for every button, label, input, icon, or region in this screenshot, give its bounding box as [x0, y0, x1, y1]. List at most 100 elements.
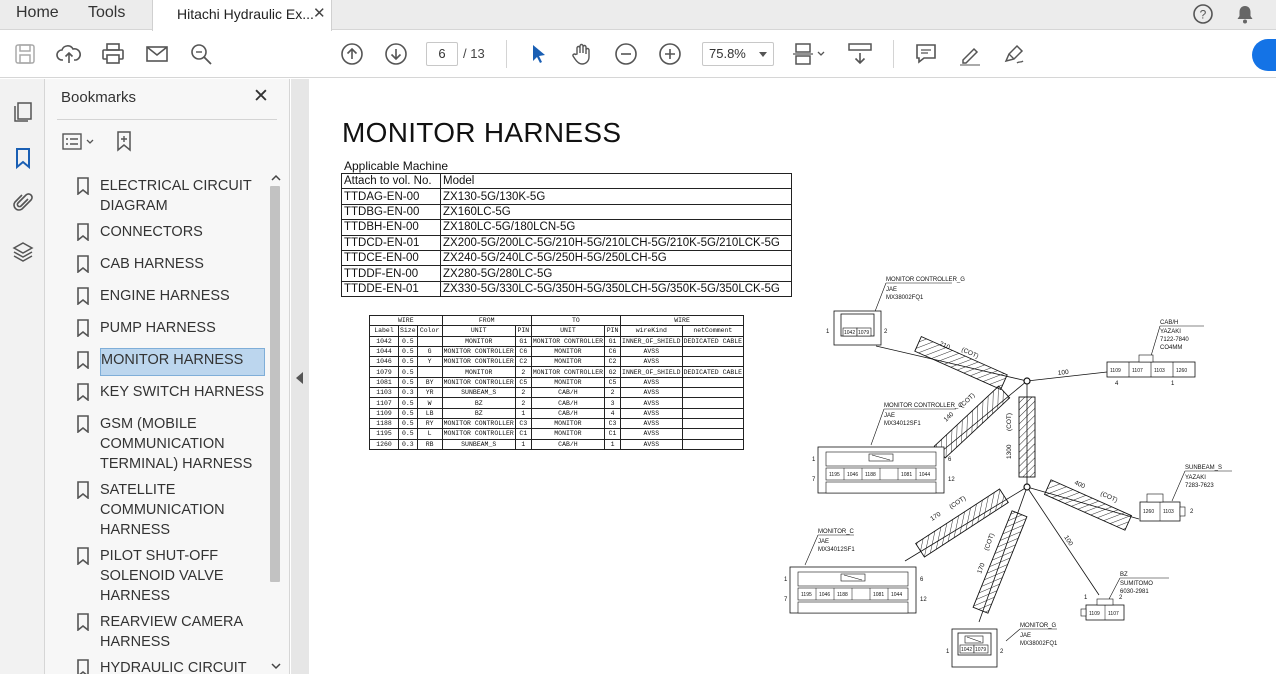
table-cell: INNER_OF_SHIELD [620, 366, 683, 378]
bookmark-pump-harness[interactable]: PUMP HARNESS [100, 318, 265, 338]
table-cell: MONITOR [530, 356, 606, 368]
table-row: 1042 0.5 MONITOR G1 MONITOR CONTROLLER G1 INNE… [369, 335, 745, 347]
bookmark-options-icon[interactable] [61, 131, 97, 153]
pin-number: 6 [920, 577, 924, 583]
pin-number: 12 [948, 477, 955, 483]
table-cell: DEDICATED CABLE [681, 335, 745, 347]
tab-home[interactable]: Home [16, 0, 59, 30]
bookmarks-icon[interactable] [11, 146, 35, 170]
page-title: MONITOR HARNESS [342, 117, 622, 148]
connector-monitor-g: MONITOR_G JAE MX38002FQ1 1042 1079 1 2 [946, 623, 1058, 668]
bookmark-connectors[interactable]: CONNECTORS [100, 222, 265, 242]
table-cell: C1 [514, 428, 532, 440]
pin-label: 1195 [829, 472, 840, 478]
connector-maker: YAZAKI [1160, 329, 1181, 335]
tab-document[interactable]: Hitachi Hydraulic Ex... [152, 0, 332, 31]
table-cell: C1 [604, 428, 622, 440]
next-page-icon[interactable] [383, 41, 409, 67]
bookmark-engine-harness[interactable]: ENGINE HARNESS [100, 286, 265, 306]
table-cell: 0.5 [398, 407, 418, 419]
table-cell: AVSS [620, 376, 683, 389]
connector-name: BZ [1120, 572, 1128, 578]
bookmark-satellite-communication-harness[interactable]: SATELLITE COMMUNICATION HARNESS [100, 480, 265, 540]
sign-pen-icon[interactable] [1001, 41, 1027, 67]
upload-cloud-icon[interactable] [56, 41, 82, 67]
zoom-in-icon[interactable] [657, 41, 683, 67]
connector-note: CO4MM [1160, 345, 1182, 351]
page-number-input[interactable]: 6 [426, 42, 458, 66]
scroll-down-icon[interactable] [270, 662, 282, 670]
zoom-level-select[interactable]: 75.8% [702, 42, 774, 66]
table-cell: TTDBG-EN-00 [341, 203, 441, 221]
connector-monitor-controller-g: MONITOR CONTROLLER_G JAE MX38002FQ1 1042… [826, 277, 965, 346]
new-bookmark-icon[interactable] [113, 129, 135, 153]
pin-label: 1079 [858, 330, 869, 336]
page-thumbnails-icon[interactable] [11, 100, 35, 124]
table-row: 1188 0.5 RY MONITOR CONTROLLER C3 MONITOR C3 AV… [369, 417, 745, 430]
table-cell: AVSS [620, 345, 683, 358]
hand-tool-icon[interactable] [569, 41, 595, 67]
corrugated-tube-segment [972, 510, 1028, 614]
table-cell: 2 [514, 366, 532, 378]
table-cell: 0.5 [398, 376, 418, 389]
scrollbar-thumb[interactable] [270, 186, 280, 582]
share-button[interactable] [1252, 39, 1276, 71]
highlight-pen-icon[interactable] [957, 41, 983, 67]
tab-tools[interactable]: Tools [88, 0, 125, 30]
bookmark-hydraulic-circuit[interactable]: HYDRAULIC CIRCUIT [100, 658, 265, 674]
bookmark-electrical-circuit-diagram[interactable]: ELECTRICAL CIRCUIT DIAGRAM [100, 176, 265, 216]
pin-number: 2 [1190, 509, 1194, 515]
scroll-up-icon[interactable] [270, 174, 282, 182]
bookmark-monitor-harness[interactable]: MONITOR HARNESS [100, 348, 265, 376]
email-icon[interactable] [144, 41, 170, 67]
table-header: Color [416, 325, 443, 337]
previous-page-icon[interactable] [339, 41, 365, 67]
table-cell: 1188 [369, 417, 399, 430]
bookmark-pilot-shut-off-harness[interactable]: PILOT SHUT-OFF SOLENOID VALVE HARNESS [100, 546, 265, 606]
table-cell: BZ [441, 397, 516, 409]
page-fit-icon[interactable] [792, 41, 828, 67]
table-cell: 1109 [369, 407, 399, 419]
select-cursor-icon[interactable] [525, 41, 551, 67]
bookmark-key-switch-harness[interactable]: KEY SWITCH HARNESS [100, 382, 265, 402]
table-cell: MONITOR [441, 366, 516, 378]
print-icon[interactable] [100, 41, 126, 67]
table-cell: RY [416, 417, 443, 430]
table-cell: G1 [604, 335, 622, 347]
table-cell: ZX280-5G/280LC-5G [440, 265, 792, 282]
table-row: TTDBH-EN-00 ZX180LC-5G/180LCN-5G [341, 219, 792, 236]
table-cell: AVSS [620, 356, 683, 368]
table-cell: 1103 [369, 387, 399, 399]
close-tab-icon[interactable]: ✕ [313, 0, 326, 28]
table-row: 1103 0.3 YR SUNBEAM_S 2 CAB/H 2 AVSS [369, 387, 745, 399]
zoom-out-icon[interactable] [613, 41, 639, 67]
bookmark-cab-harness[interactable]: CAB HARNESS [100, 254, 265, 274]
bookmark-flag-icon [77, 547, 89, 565]
table-header: Model [440, 172, 792, 190]
svg-text:?: ? [1200, 8, 1207, 22]
main-toolbar: 6 / 13 75.8% [0, 31, 1276, 78]
bookmark-gsm-harness[interactable]: GSM (MOBILE COMMUNICATION TERMINAL) HARN… [100, 414, 265, 474]
bookmark-rearview-camera-harness[interactable]: REARVIEW CAMERA HARNESS [100, 612, 265, 652]
connector-part: MX38002FQ1 [886, 295, 924, 301]
bookmark-scrollbar[interactable] [267, 172, 285, 674]
sheath-label: (COT) [1006, 413, 1013, 431]
table-cell: G [416, 345, 443, 358]
search-zoom-icon[interactable] [188, 41, 214, 67]
comment-icon[interactable] [913, 41, 939, 67]
attachments-icon[interactable] [11, 191, 35, 215]
toolbar-divider [893, 40, 894, 68]
help-icon[interactable]: ? [1192, 3, 1214, 25]
table-cell: C3 [604, 417, 622, 430]
connector-sunbeam-s: SUNBEAM_S YAZAKI 7283-7623 1260 1103 2 [1139, 465, 1232, 522]
save-icon[interactable] [12, 41, 38, 67]
close-panel-icon[interactable]: ✕ [253, 87, 269, 106]
connector-bz: BZ SUMITOMO 6030-2981 1109 1107 1 2 [1080, 572, 1169, 621]
table-cell: 0.5 [398, 428, 418, 440]
scroll-mode-icon[interactable] [846, 41, 876, 67]
table-cell: 0.5 [398, 335, 418, 347]
layers-icon[interactable] [11, 240, 35, 264]
collapse-panel-icon[interactable] [296, 372, 303, 384]
pin-number: 1 [946, 649, 950, 655]
notification-bell-icon[interactable] [1234, 3, 1256, 25]
